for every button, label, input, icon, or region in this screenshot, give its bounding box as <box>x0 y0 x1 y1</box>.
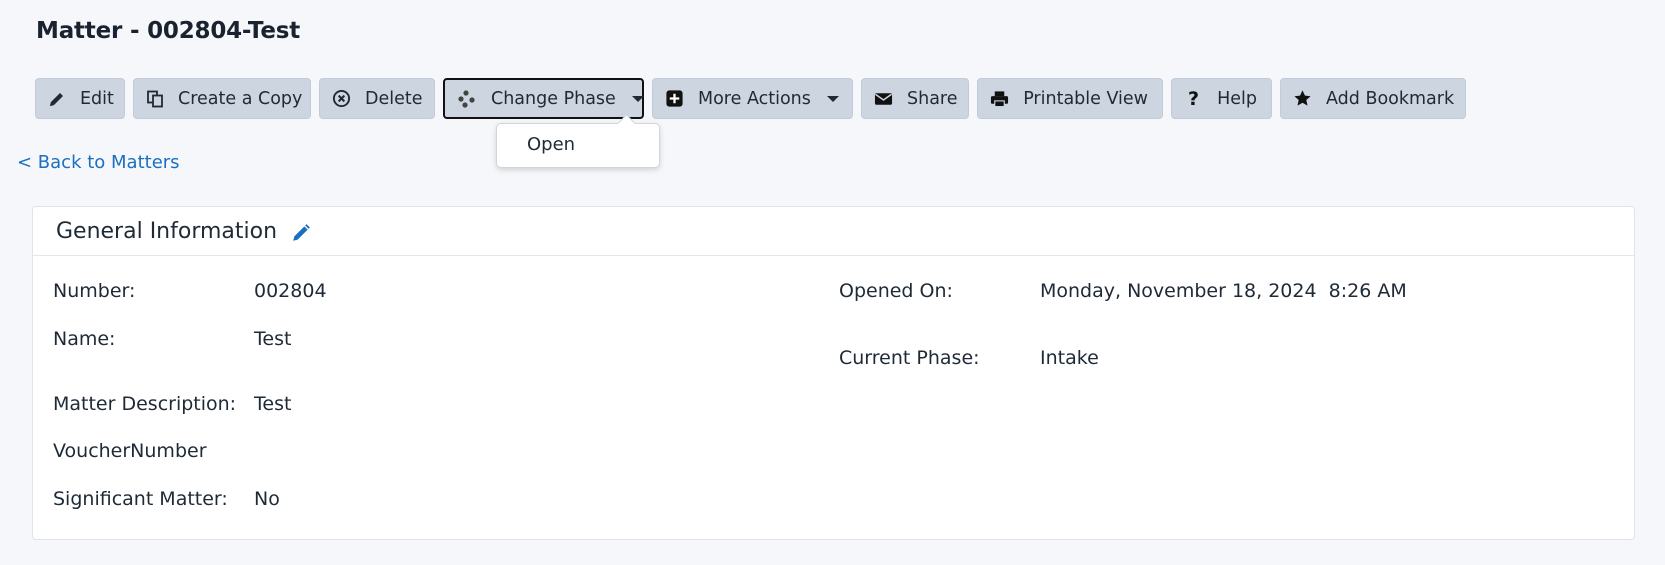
change-phase-button[interactable]: Change Phase <box>443 78 644 119</box>
copy-icon <box>146 88 164 110</box>
significant-matter-label: Significant Matter: <box>53 488 228 510</box>
panel-title: General Information <box>56 218 278 244</box>
help-button[interactable]: ? Help <box>1171 78 1272 119</box>
question-icon: ? <box>1188 87 1200 110</box>
share-button[interactable]: Share <box>861 78 969 119</box>
panel-header: General Information <box>33 207 1634 256</box>
change-phase-dropdown: Open <box>496 123 660 168</box>
current-phase-label: Current Phase: <box>839 347 980 369</box>
description-value: Test <box>254 393 292 415</box>
delete-button[interactable]: Delete <box>319 78 435 119</box>
plus-square-icon <box>665 88 684 110</box>
chevron-down-icon <box>631 95 644 102</box>
more-actions-label: More Actions <box>698 88 811 109</box>
description-label: Matter Description: <box>53 393 237 415</box>
number-value: 002804 <box>254 280 327 302</box>
circle-x-icon <box>332 88 351 110</box>
more-actions-button[interactable]: More Actions <box>652 78 853 119</box>
create-copy-label: Create a Copy <box>178 88 303 109</box>
number-label: Number: <box>53 280 136 302</box>
back-to-matters-link[interactable]: < Back to Matters <box>17 152 180 173</box>
phase-option-open[interactable]: Open <box>527 134 575 155</box>
create-copy-button[interactable]: Create a Copy <box>133 78 311 119</box>
printable-view-button[interactable]: Printable View <box>977 78 1163 119</box>
edit-button[interactable]: Edit <box>35 78 125 119</box>
pencil-icon[interactable] <box>291 223 311 243</box>
current-phase-value: Intake <box>1040 347 1099 369</box>
help-label: Help <box>1217 88 1257 109</box>
add-bookmark-button[interactable]: Add Bookmark <box>1280 78 1466 119</box>
chevron-down-icon <box>826 95 839 102</box>
change-phase-label: Change Phase <box>491 88 616 109</box>
share-label: Share <box>907 88 958 109</box>
name-value: Test <box>254 328 292 350</box>
envelope-icon <box>874 88 893 110</box>
printer-icon <box>990 88 1009 110</box>
edit-label: Edit <box>80 88 114 109</box>
delete-label: Delete <box>365 88 423 109</box>
name-label: Name: <box>53 328 116 350</box>
general-information-panel: General Information Number: 002804 Name:… <box>32 206 1635 540</box>
add-bookmark-label: Add Bookmark <box>1326 88 1455 109</box>
action-toolbar: Edit Create a Copy Delete Change Phase M… <box>35 78 1466 119</box>
opened-on-value: Monday, November 18, 2024 8:26 AM <box>1040 280 1407 302</box>
pencil-icon <box>48 88 66 110</box>
voucher-number-label: VoucherNumber <box>53 440 207 462</box>
opened-on-label: Opened On: <box>839 280 953 302</box>
page-title: Matter - 002804-Test <box>36 18 301 44</box>
significant-matter-value: No <box>254 488 280 510</box>
nodes-icon <box>457 88 477 110</box>
printable-view-label: Printable View <box>1023 88 1148 109</box>
star-icon <box>1293 88 1312 110</box>
